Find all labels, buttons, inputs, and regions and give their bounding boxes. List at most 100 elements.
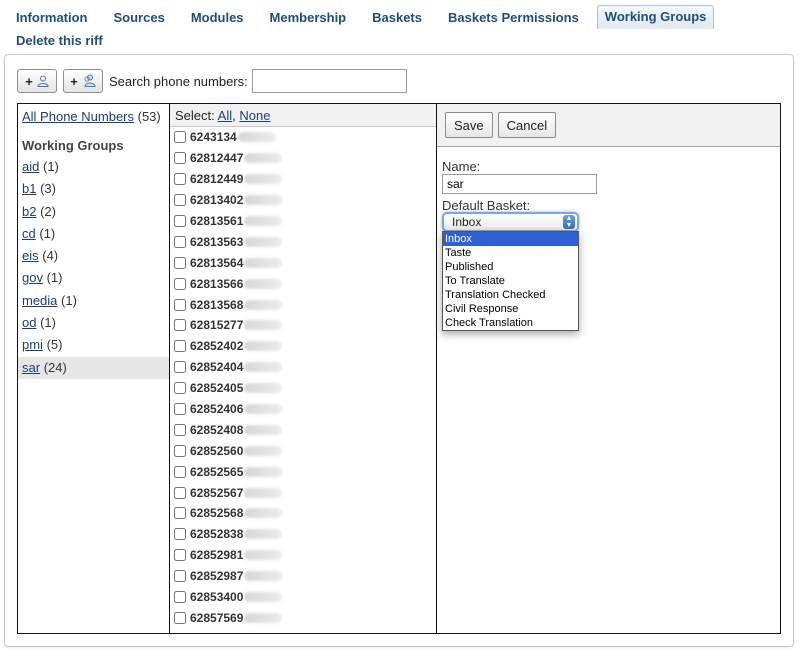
working-group-link[interactable]: cd [22,226,36,241]
phone-number-row[interactable]: 62852560 [170,440,436,461]
working-group-item-gov[interactable]: gov (1) [18,267,169,289]
working-group-item-cd[interactable]: cd (1) [18,223,169,245]
phone-number-row[interactable]: 62815277 [170,315,436,336]
basket-option[interactable]: Taste [443,246,578,260]
phone-number-row[interactable]: 62852981 [170,545,436,566]
phone-number-checkbox[interactable] [174,611,186,624]
phone-number-row[interactable]: 62852838 [170,524,436,545]
save-button[interactable]: Save [445,112,493,138]
phone-number-row[interactable]: 62813566 [170,273,436,294]
working-group-count: (24) [43,359,67,375]
phone-number-checkbox[interactable] [174,235,186,248]
search-phone-input[interactable] [251,69,407,93]
basket-option[interactable]: To Translate [443,274,578,288]
name-field[interactable] [442,174,597,194]
tab-working-groups[interactable]: Working Groups [596,5,715,29]
phone-number-checkbox[interactable] [174,361,186,374]
tab-baskets-permissions[interactable]: Baskets Permissions [440,6,587,29]
phone-number-row[interactable]: 62812449 [170,169,436,190]
add-person-button[interactable]: + [17,69,57,93]
phone-number-checkbox[interactable] [174,549,186,562]
redacted-digits [244,424,283,435]
phone-number-checkbox[interactable] [174,256,186,269]
phone-number-row[interactable]: 62852408 [170,419,436,440]
working-group-link[interactable]: b1 [22,181,36,196]
phone-number-row[interactable]: 62812447 [170,148,436,169]
tab-baskets[interactable]: Baskets [364,6,430,29]
select-none-link[interactable]: None [239,108,270,123]
phone-number-row[interactable]: 6243134 [170,127,436,148]
phone-number-row[interactable]: 62813563 [170,231,436,252]
phone-number-checkbox[interactable] [174,152,186,165]
select-all-link[interactable]: All [218,108,232,123]
working-group-link[interactable]: od [22,315,36,330]
phone-number-row[interactable]: 62852987 [170,566,436,587]
phone-number-checkbox[interactable] [174,444,186,457]
phone-number-row[interactable]: 62852406 [170,399,436,420]
working-group-item-sar[interactable]: sar (24) [18,356,169,379]
phone-number-row[interactable]: 62813568 [170,294,436,315]
phone-number-checkbox[interactable] [174,215,186,227]
phone-number-checkbox[interactable] [174,403,186,416]
working-group-item-eis[interactable]: eis (4) [18,245,169,267]
working-group-link[interactable]: media [22,293,57,308]
working-group-count: (4) [42,248,59,264]
tab-sources[interactable]: Sources [106,6,173,29]
phone-number-checkbox[interactable] [174,277,186,290]
working-group-link[interactable]: pmi [22,337,43,352]
phone-number-row[interactable]: 62857569 [170,607,436,628]
phone-number-checkbox[interactable] [174,340,186,353]
working-group-item-pmi[interactable]: pmi (5) [18,334,169,356]
working-group-item-od[interactable]: od (1) [18,312,169,334]
phone-number-checkbox[interactable] [174,319,186,332]
cancel-button[interactable]: Cancel [497,112,557,138]
working-group-item-b2[interactable]: b2 (2) [18,201,169,223]
basket-option[interactable]: Inbox [443,232,578,246]
tab-information[interactable]: Information [8,6,96,29]
phone-number-row[interactable]: 62813564 [170,252,436,273]
phone-number-row[interactable]: 62852405 [170,378,436,399]
phone-number-checkbox[interactable] [174,507,186,520]
phone-number-checkbox[interactable] [174,528,186,541]
phone-number-checkbox[interactable] [174,173,186,186]
select-bar: Select: All, None [170,104,436,127]
phone-number-checkbox[interactable] [174,423,186,436]
redacted-digits [244,612,283,623]
phone-number-checkbox[interactable] [174,591,186,604]
phone-number-checkbox[interactable] [174,298,186,311]
tab-modules[interactable]: Modules [183,6,252,29]
working-group-link[interactable]: sar [22,360,40,375]
basket-option[interactable]: Translation Checked [443,288,578,302]
updown-arrows-icon: ▲ ▼ [563,215,575,229]
phone-number-checkbox[interactable] [174,465,186,478]
phone-number-checkbox[interactable] [174,486,186,499]
basket-option[interactable]: Civil Response [443,302,578,316]
working-group-item-b1[interactable]: b1 (3) [18,178,169,200]
phone-number-row[interactable]: 62852567 [170,482,436,503]
phone-number-row[interactable]: 62852565 [170,461,436,482]
tab-membership[interactable]: Membership [262,6,355,29]
phone-number-row[interactable]: 62853400 [170,587,436,608]
working-group-link[interactable]: gov [22,270,43,285]
phone-number-checkbox[interactable] [174,382,186,395]
phone-number-row[interactable]: 62813561 [170,211,436,232]
phone-number-row[interactable]: 62852568 [170,503,436,524]
delete-riff-link[interactable]: Delete this riff [16,33,103,48]
add-group-button[interactable]: + [63,69,103,93]
basket-option[interactable]: Check Translation [443,316,578,330]
working-group-item-aid[interactable]: aid (1) [18,156,169,178]
all-phone-numbers-link[interactable]: All Phone Numbers [22,109,134,124]
default-basket-select[interactable]: Inbox ▲ ▼ [442,212,579,232]
working-group-link[interactable]: b2 [22,204,36,219]
working-group-link[interactable]: aid [22,159,39,174]
working-group-link[interactable]: eis [22,248,39,263]
phone-number-row[interactable]: 62852402 [170,336,436,357]
phone-number-row[interactable]: 62813402 [170,190,436,211]
phone-number-checkbox[interactable] [174,570,186,583]
phone-number-checkbox[interactable] [174,194,186,207]
working-group-item-media[interactable]: media (1) [18,290,169,312]
basket-option[interactable]: Published [443,260,578,274]
phone-number-row[interactable]: 62852404 [170,357,436,378]
phone-number-text: 62812447 [190,151,244,166]
phone-number-checkbox[interactable] [174,131,186,144]
